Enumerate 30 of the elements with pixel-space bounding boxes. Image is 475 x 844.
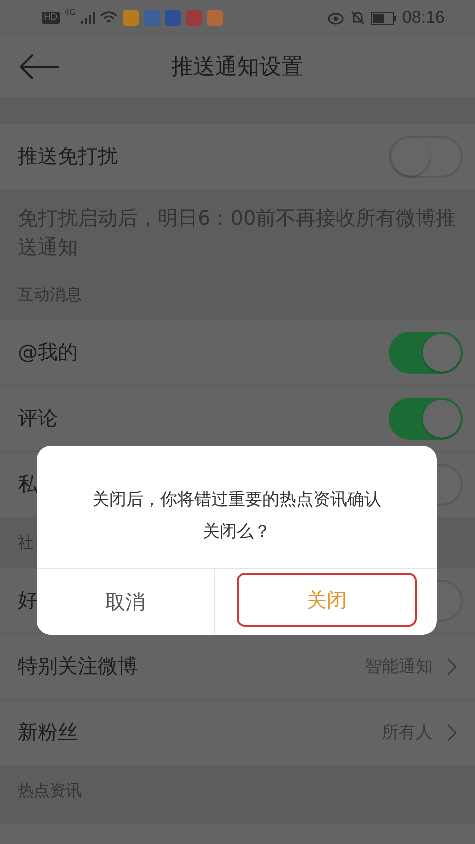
chevron-right-icon: [447, 724, 457, 742]
app-icon: [144, 10, 160, 26]
setting-label: 特别关注微博: [18, 653, 138, 680]
bell-off-icon: [350, 10, 366, 26]
setting-label: @我的: [18, 339, 78, 366]
battery-icon: [371, 12, 398, 24]
toggle-switch[interactable]: [389, 332, 463, 374]
close-button[interactable]: 关闭: [236, 573, 417, 627]
cancel-button[interactable]: 取消: [37, 569, 214, 635]
clock-time: 08:16: [402, 8, 445, 28]
wifi-icon: [100, 11, 118, 25]
toggle-switch[interactable]: [389, 136, 463, 178]
network-type: 4G: [64, 8, 76, 17]
toggle-switch[interactable]: [389, 398, 463, 440]
page-title: 推送通知设置: [172, 54, 304, 82]
setting-label: 私: [18, 471, 38, 498]
dialog-message: 关闭后，你将错过重要的热点资讯确认关闭么？: [92, 489, 382, 544]
eye-icon: [327, 11, 346, 25]
signal-icon: [81, 12, 95, 24]
app-icon: [207, 10, 223, 26]
setting-label: 好: [18, 587, 38, 614]
setting-label: 推送免打扰: [18, 143, 118, 170]
app-icon: [186, 10, 202, 26]
app-icon: [165, 10, 181, 26]
chevron-right-icon: [447, 658, 457, 676]
setting-label: 新粉丝: [18, 719, 78, 746]
setting-label: 评论: [18, 405, 58, 432]
back-arrow-icon[interactable]: [20, 54, 60, 80]
app-icon: [123, 10, 139, 26]
hd-badge: HD: [42, 12, 60, 24]
